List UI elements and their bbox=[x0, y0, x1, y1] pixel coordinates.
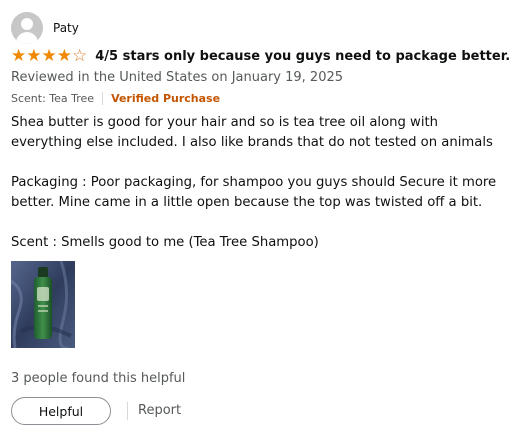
star-rating[interactable]: ★ ★ ★ ★ ☆ bbox=[11, 48, 87, 65]
review-paragraph: Scent : Smells good to me (Tea Tree Sham… bbox=[11, 235, 319, 250]
star-empty-icon: ☆ bbox=[72, 46, 88, 66]
star-filled-icon: ★ bbox=[26, 46, 42, 66]
review-title[interactable]: 4/5 stars only because you guys need to … bbox=[95, 49, 510, 64]
review-paragraph: Packaging : Poor packaging, for shampoo … bbox=[11, 175, 497, 210]
reviewer-profile[interactable]: Paty bbox=[11, 12, 79, 44]
variant-link[interactable]: Scent: Tea Tree bbox=[11, 92, 94, 105]
helpful-count: 3 people found this helpful bbox=[11, 371, 186, 386]
divider bbox=[127, 402, 128, 420]
review-paragraph: Shea butter is good for your hair and so… bbox=[11, 115, 493, 150]
star-filled-icon: ★ bbox=[11, 46, 27, 66]
review-date: Reviewed in the United States on January… bbox=[11, 70, 344, 85]
default-user-avatar-icon bbox=[11, 12, 43, 44]
star-filled-icon: ★ bbox=[41, 46, 57, 66]
review-image-thumbnail[interactable] bbox=[11, 261, 75, 348]
divider bbox=[102, 92, 104, 105]
review-title-row: ★ ★ ★ ★ ☆ 4/5 stars only because you guy… bbox=[11, 48, 510, 65]
star-filled-icon: ★ bbox=[56, 46, 72, 66]
verified-purchase-badge: Verified Purchase bbox=[111, 92, 221, 105]
report-link[interactable]: Report bbox=[138, 403, 181, 418]
helpful-button[interactable]: Helpful bbox=[11, 397, 111, 425]
review-meta: Scent: Tea Tree Verified Purchase bbox=[11, 92, 220, 105]
review-body: Shea butter is good for your hair and so… bbox=[11, 113, 511, 253]
reviewer-name[interactable]: Paty bbox=[53, 21, 79, 35]
